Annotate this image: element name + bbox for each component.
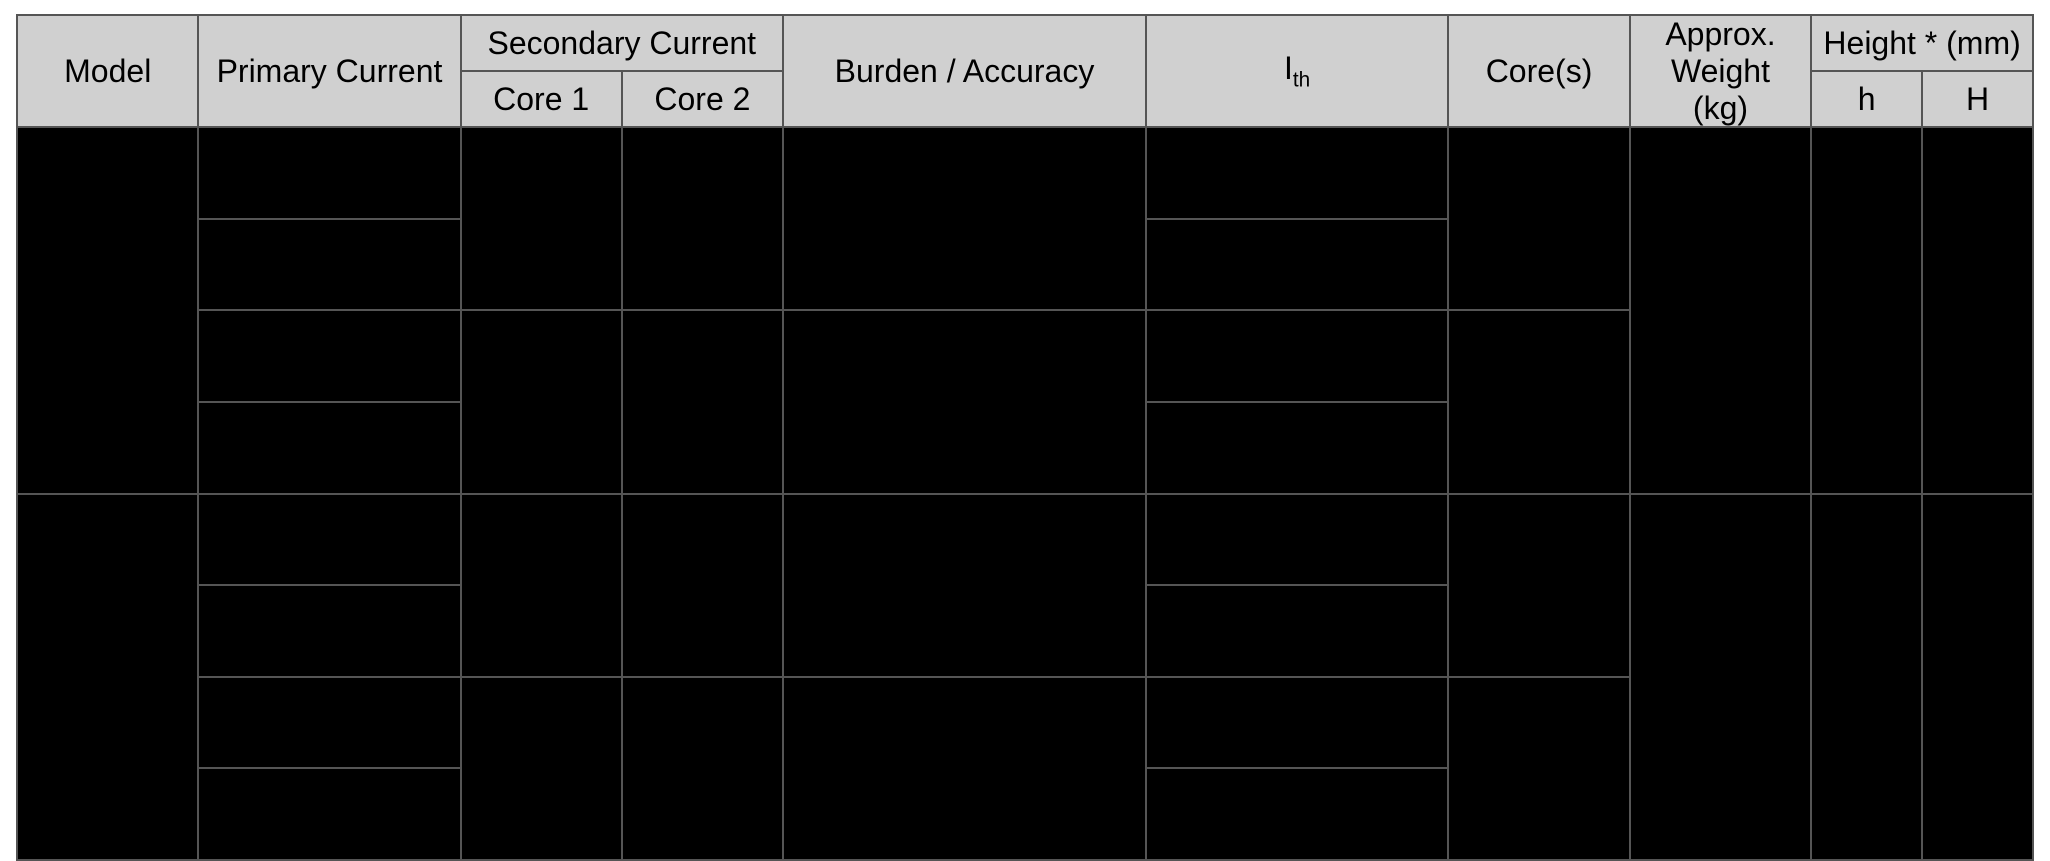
table-cell	[1146, 768, 1448, 860]
table-cell	[461, 310, 622, 493]
table-cell	[1146, 494, 1448, 586]
table-cell	[1146, 219, 1448, 311]
table-cell	[17, 127, 198, 493]
table-cell	[622, 310, 783, 493]
table-cell	[1922, 127, 2033, 493]
table-cell	[1922, 494, 2033, 860]
col-height: Height * (mm)	[1811, 15, 2033, 71]
table-cell	[1146, 127, 1448, 219]
table-cell	[198, 585, 460, 677]
col-approx-weight: Approx. Weight (kg)	[1630, 15, 1811, 127]
table-cell	[1146, 310, 1448, 402]
col-secondary-current: Secondary Current	[461, 15, 784, 71]
col-height-H: H	[1922, 71, 2033, 127]
table-cell	[1811, 494, 1922, 860]
table-cell	[1448, 494, 1629, 677]
table-cell	[198, 494, 460, 586]
table-cell	[1146, 402, 1448, 494]
table-cell	[1448, 127, 1629, 310]
col-ith: Ith	[1146, 15, 1448, 127]
col-cores: Core(s)	[1448, 15, 1629, 127]
table-cell	[783, 127, 1146, 310]
table-cell	[198, 219, 460, 311]
table-cell	[1146, 677, 1448, 769]
spec-table: Model Primary Current Secondary Current …	[16, 14, 2034, 861]
table-cell	[461, 677, 622, 860]
table-cell	[461, 494, 622, 677]
table-cell	[198, 310, 460, 402]
table-cell	[1448, 310, 1629, 493]
ith-base: I	[1284, 50, 1293, 86]
table-cell	[622, 494, 783, 677]
table-cell	[622, 127, 783, 310]
table-cell	[783, 677, 1146, 860]
col-core2: Core 2	[622, 71, 783, 127]
table-cell	[1630, 127, 1811, 493]
table-cell	[1146, 585, 1448, 677]
ith-sub: th	[1293, 68, 1310, 91]
table-cell	[198, 768, 460, 860]
col-burden-accuracy: Burden / Accuracy	[783, 15, 1146, 127]
col-model: Model	[17, 15, 198, 127]
col-core1: Core 1	[461, 71, 622, 127]
table-cell	[198, 127, 460, 219]
table-cell	[461, 127, 622, 310]
table-cell	[622, 677, 783, 860]
table-cell	[17, 494, 198, 860]
table-cell	[1811, 127, 1922, 493]
col-height-h: h	[1811, 71, 1922, 127]
table-cell	[783, 310, 1146, 493]
table-cell	[1630, 494, 1811, 860]
col-primary-current: Primary Current	[198, 15, 460, 127]
table-cell	[783, 494, 1146, 677]
table-cell	[1448, 677, 1629, 860]
table-cell	[198, 677, 460, 769]
table-cell	[198, 402, 460, 494]
